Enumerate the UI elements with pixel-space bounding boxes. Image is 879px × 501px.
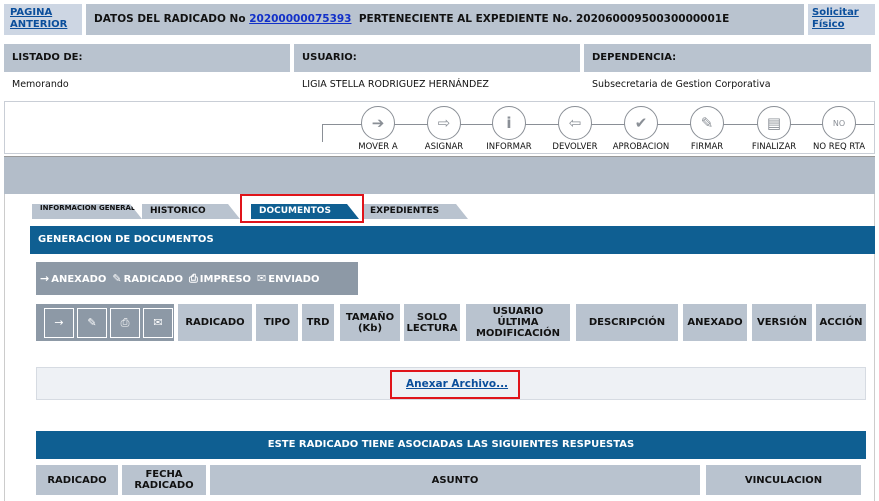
- action-label: NO REQ RTA: [812, 142, 866, 152]
- col-version: VERSIÓN: [752, 304, 812, 341]
- printer-icon: ⎙: [188, 271, 198, 285]
- action-informar[interactable]: i INFORMAR: [476, 106, 542, 152]
- usuario-value: LIGIA STELLA RODRIGUEZ HERNÁNDEZ: [302, 79, 489, 90]
- record-title-bar: DATOS DEL RADICADO No 20200000075393 PER…: [86, 4, 804, 35]
- responses-title: ESTE RADICADO TIENE ASOCIADAS LAS SIGUIE…: [36, 431, 866, 459]
- tab-historico[interactable]: HISTORICO: [142, 204, 240, 219]
- anexado-doc-icon: →: [44, 307, 74, 338]
- action-label: DEVOLVER: [552, 142, 598, 152]
- col-trd: TRD: [302, 304, 334, 341]
- legend-enviado: ✉ ENVIADO: [257, 272, 320, 285]
- info-icon: i: [492, 106, 526, 140]
- fisico-link-cell: Solicitar Físico: [808, 4, 875, 35]
- impreso-doc-icon: ⎙: [110, 307, 140, 338]
- action-firmar[interactable]: ✎ FIRMAR: [674, 106, 740, 152]
- col-radicado: RADICADO: [178, 304, 252, 341]
- no-response-icon: NO: [822, 106, 856, 140]
- resp-col-fecha: FECHA RADICADO: [122, 465, 206, 495]
- action-mover-a[interactable]: ➔ MOVER A: [345, 106, 411, 152]
- col-usuario-modificacion: USUARIO ÚLTIMA MODIFICACIÓN: [466, 304, 570, 341]
- send-icon: ✉: [257, 272, 267, 285]
- action-finalizar[interactable]: ▤ FINALIZAR: [741, 106, 807, 152]
- col-tamano: TAMAÑO (Kb): [340, 304, 400, 341]
- col-descripcion: DESCRIPCIÓN: [576, 304, 678, 341]
- resp-col-radicado: RADICADO: [36, 465, 118, 495]
- legend-anexado: → ANEXADO: [40, 272, 107, 285]
- back-link-cell: PAGINA ANTERIOR: [4, 4, 82, 35]
- resp-col-asunto: ASUNTO: [210, 465, 700, 495]
- return-icon: ⇦: [558, 106, 592, 140]
- dependencia-value: Subsecretaria de Gestion Corporativa: [592, 79, 771, 90]
- action-label: ASIGNAR: [424, 142, 464, 152]
- check-icon: ✔: [624, 106, 658, 140]
- legend-impreso: ⎙ IMPRESO: [188, 271, 252, 285]
- flow-line-tick: [322, 124, 323, 142]
- col-solo-lectura: SOLO LECTURA: [404, 304, 460, 341]
- action-asignar[interactable]: ⇨ ASIGNAR: [411, 106, 477, 152]
- status-legend: → ANEXADO ✎ RADICADO ⎙ IMPRESO ✉ ENVIADO: [36, 262, 358, 295]
- tab-informacion-general[interactable]: INFORMACION GENERAL: [32, 204, 142, 219]
- col-anexado: ANEXADO: [683, 304, 747, 341]
- resp-col-vinculacion: VINCULACION: [706, 465, 861, 495]
- toolbar-strip: [4, 156, 875, 194]
- solicitar-fisico-link[interactable]: Solicitar Físico: [812, 7, 859, 30]
- col-tipo: TIPO: [256, 304, 298, 341]
- anexar-highlight-box: [390, 370, 520, 399]
- pen-icon: ✎: [112, 272, 122, 285]
- listado-value: Memorando: [12, 79, 69, 90]
- action-label: MOVER A: [358, 142, 398, 152]
- arrow-dotted-icon: →: [40, 272, 50, 285]
- radicado-doc-icon: ✎: [77, 307, 107, 338]
- assign-icon: ⇨: [427, 106, 461, 140]
- action-label: FIRMAR: [690, 142, 724, 152]
- title-suffix: PERTENECIENTE AL EXPEDIENTE No. 20206000…: [358, 13, 730, 25]
- action-aprobacion[interactable]: ✔ APROBACION: [608, 106, 674, 152]
- finish-icon: ▤: [757, 106, 791, 140]
- col-accion: ACCIÓN: [816, 304, 866, 341]
- tab-highlight-box: [240, 194, 364, 223]
- action-label: FINALIZAR: [751, 142, 797, 152]
- status-icons-header: → ✎ ⎙ ✉: [36, 304, 174, 341]
- action-label: APROBACION: [612, 142, 670, 152]
- docs-section-title: GENERACION DE DOCUMENTOS: [30, 226, 875, 254]
- legend-radicado: ✎ RADICADO: [112, 272, 183, 285]
- action-label: INFORMAR: [486, 142, 532, 152]
- enviado-doc-icon: ✉: [143, 307, 173, 338]
- dependencia-label: DEPENDENCIA:: [584, 44, 871, 72]
- tab-expedientes[interactable]: EXPEDIENTES: [362, 204, 468, 219]
- listado-label: LISTADO DE:: [4, 44, 290, 72]
- arrow-right-icon: ➔: [361, 106, 395, 140]
- radicado-link[interactable]: 20200000075393: [249, 13, 351, 25]
- sign-icon: ✎: [690, 106, 724, 140]
- action-devolver[interactable]: ⇦ DEVOLVER: [542, 106, 608, 152]
- title-prefix: DATOS DEL RADICADO No: [94, 13, 246, 25]
- usuario-label: USUARIO:: [294, 44, 580, 72]
- back-link[interactable]: PAGINA ANTERIOR: [10, 7, 67, 30]
- action-no-req-rta[interactable]: NO NO REQ RTA: [806, 106, 872, 152]
